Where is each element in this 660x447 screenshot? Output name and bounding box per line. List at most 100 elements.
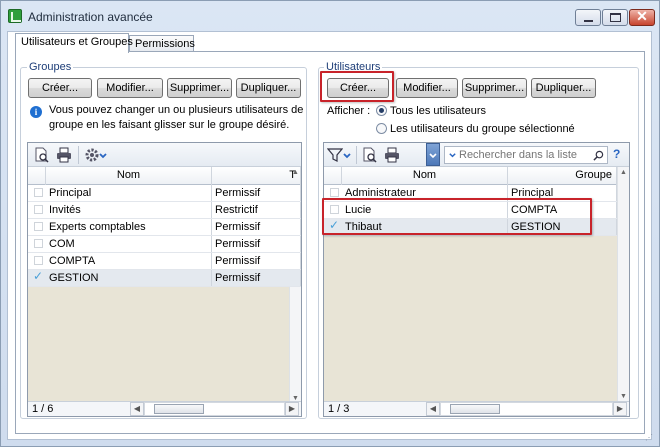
row-type: Permissif bbox=[212, 219, 301, 235]
search-field[interactable] bbox=[444, 146, 608, 164]
users-title: Utilisateurs bbox=[324, 61, 383, 73]
info-icon: i bbox=[30, 106, 42, 118]
scroll-left-button[interactable]: ◀ bbox=[130, 402, 144, 416]
table-row[interactable]: COMPTA Permissif bbox=[28, 253, 301, 270]
row-checkbox[interactable] bbox=[34, 188, 43, 197]
groups-toolbar bbox=[28, 143, 301, 167]
print-icon[interactable] bbox=[384, 147, 400, 163]
checkmark-icon[interactable]: ✓ bbox=[329, 218, 339, 232]
user-modify-button[interactable]: Modifier... bbox=[396, 78, 458, 98]
app-icon bbox=[8, 9, 22, 23]
minimize-icon bbox=[584, 20, 593, 22]
preview-icon[interactable] bbox=[362, 147, 378, 163]
table-row[interactable]: Invités Restrictif bbox=[28, 202, 301, 219]
users-count: 1 / 3 bbox=[328, 403, 350, 415]
row-type: Permissif bbox=[212, 185, 301, 201]
scroll-left-button[interactable]: ◀ bbox=[426, 402, 440, 416]
row-checkbox[interactable] bbox=[34, 256, 43, 265]
filter-icon[interactable] bbox=[327, 147, 343, 163]
scroll-thumb[interactable] bbox=[154, 404, 204, 414]
user-duplicate-button[interactable]: Dupliquer... bbox=[531, 78, 596, 98]
close-button[interactable]: ✕ bbox=[629, 8, 655, 26]
chevron-down-icon[interactable] bbox=[342, 147, 352, 163]
row-name: COMPTA bbox=[46, 253, 212, 269]
table-row[interactable]: Experts comptables Permissif bbox=[28, 219, 301, 236]
row-type: Permissif bbox=[212, 270, 301, 286]
grid-empty-area bbox=[324, 236, 617, 401]
user-create-button[interactable]: Créer... bbox=[327, 78, 389, 98]
radio-all-users[interactable] bbox=[376, 105, 387, 116]
header-check-column bbox=[28, 167, 46, 185]
toolbar-separator bbox=[356, 146, 357, 164]
toolbar-separator bbox=[78, 146, 79, 164]
groups-count: 1 / 6 bbox=[32, 403, 54, 415]
radio-group-users-label[interactable]: Les utilisateurs du groupe sélectionné bbox=[390, 123, 575, 135]
resize-grip-icon[interactable]: ⋰ bbox=[645, 433, 655, 443]
radio-group-users[interactable] bbox=[376, 123, 387, 134]
maximize-button[interactable] bbox=[602, 9, 628, 26]
row-group: COMPTA bbox=[508, 202, 617, 218]
header-type[interactable]: T bbox=[212, 167, 301, 185]
scroll-right-button[interactable]: ▶ bbox=[613, 402, 627, 416]
horizontal-scrollbar[interactable] bbox=[440, 402, 613, 416]
row-checkbox[interactable] bbox=[34, 205, 43, 214]
group-delete-button[interactable]: Supprimer... bbox=[167, 78, 232, 98]
dropdown-button[interactable] bbox=[426, 143, 440, 166]
row-group: GESTION bbox=[508, 219, 617, 235]
users-toolbar: ? bbox=[324, 143, 629, 167]
groups-title: Groupes bbox=[27, 61, 74, 73]
header-groupe[interactable]: Groupe bbox=[508, 167, 617, 185]
header-check-column bbox=[324, 167, 342, 185]
row-checkbox[interactable] bbox=[34, 239, 43, 248]
table-row[interactable]: Administrateur Principal bbox=[324, 185, 617, 202]
row-type: Permissif bbox=[212, 236, 301, 252]
radio-all-users-label[interactable]: Tous les utilisateurs bbox=[390, 105, 486, 117]
row-name: Lucie bbox=[342, 202, 508, 218]
group-duplicate-button[interactable]: Dupliquer... bbox=[236, 78, 301, 98]
table-row-selected[interactable]: ✓ Thibaut GESTION bbox=[324, 218, 617, 236]
vertical-scrollbar[interactable]: ▲ ▼ bbox=[617, 167, 629, 401]
groups-statusbar: 1 / 6 ◀ ▶ bbox=[28, 401, 301, 416]
scroll-right-button[interactable]: ▶ bbox=[285, 402, 299, 416]
close-icon: ✕ bbox=[636, 8, 648, 24]
chevron-down-icon bbox=[449, 153, 456, 158]
user-delete-button[interactable]: Supprimer... bbox=[462, 78, 527, 98]
preview-icon[interactable] bbox=[34, 147, 50, 163]
scroll-up-arrow-icon[interactable]: ▲ bbox=[292, 169, 299, 176]
row-checkbox[interactable] bbox=[330, 205, 339, 214]
row-checkbox[interactable] bbox=[34, 222, 43, 231]
help-icon[interactable]: ? bbox=[613, 147, 620, 161]
chevron-down-icon[interactable] bbox=[98, 147, 108, 163]
row-type: Restrictif bbox=[212, 202, 301, 218]
print-icon[interactable] bbox=[56, 147, 72, 163]
row-name: Thibaut bbox=[342, 219, 508, 235]
search-icon[interactable] bbox=[593, 150, 604, 161]
table-row[interactable]: Lucie COMPTA bbox=[324, 202, 617, 219]
header-nom[interactable]: Nom bbox=[342, 167, 508, 185]
row-type: Permissif bbox=[212, 253, 301, 269]
grid-empty-area bbox=[28, 287, 289, 401]
group-create-button[interactable]: Créer... bbox=[28, 78, 92, 98]
minimize-button[interactable] bbox=[575, 9, 601, 26]
users-grid: ? Nom Groupe Administrateur Principal Lu… bbox=[323, 142, 630, 417]
group-modify-button[interactable]: Modifier... bbox=[97, 78, 163, 98]
vertical-scrollbar[interactable]: ▼ bbox=[289, 287, 301, 402]
title-bar[interactable]: Administration avancée ✕ bbox=[1, 1, 659, 31]
row-checkbox[interactable] bbox=[330, 188, 339, 197]
checkmark-icon[interactable]: ✓ bbox=[33, 269, 43, 283]
tab-utilisateurs-groupes[interactable]: Utilisateurs et Groupes bbox=[15, 33, 133, 53]
table-row-selected[interactable]: ✓ GESTION Permissif bbox=[28, 269, 301, 287]
scroll-up-arrow-icon[interactable]: ▲ bbox=[620, 169, 627, 176]
scroll-thumb[interactable] bbox=[450, 404, 500, 414]
table-row[interactable]: Principal Permissif bbox=[28, 185, 301, 202]
table-row[interactable]: COM Permissif bbox=[28, 236, 301, 253]
row-name: Principal bbox=[46, 185, 212, 201]
tab-label: Utilisateurs et Groupes bbox=[21, 36, 133, 48]
scroll-down-arrow-icon[interactable]: ▼ bbox=[620, 393, 627, 400]
header-nom[interactable]: Nom bbox=[46, 167, 212, 185]
horizontal-scrollbar[interactable] bbox=[144, 402, 285, 416]
users-statusbar: 1 / 3 ◀ ▶ bbox=[324, 401, 629, 416]
row-group: Principal bbox=[508, 185, 617, 201]
search-input[interactable] bbox=[459, 148, 587, 162]
row-name: GESTION bbox=[46, 270, 212, 286]
